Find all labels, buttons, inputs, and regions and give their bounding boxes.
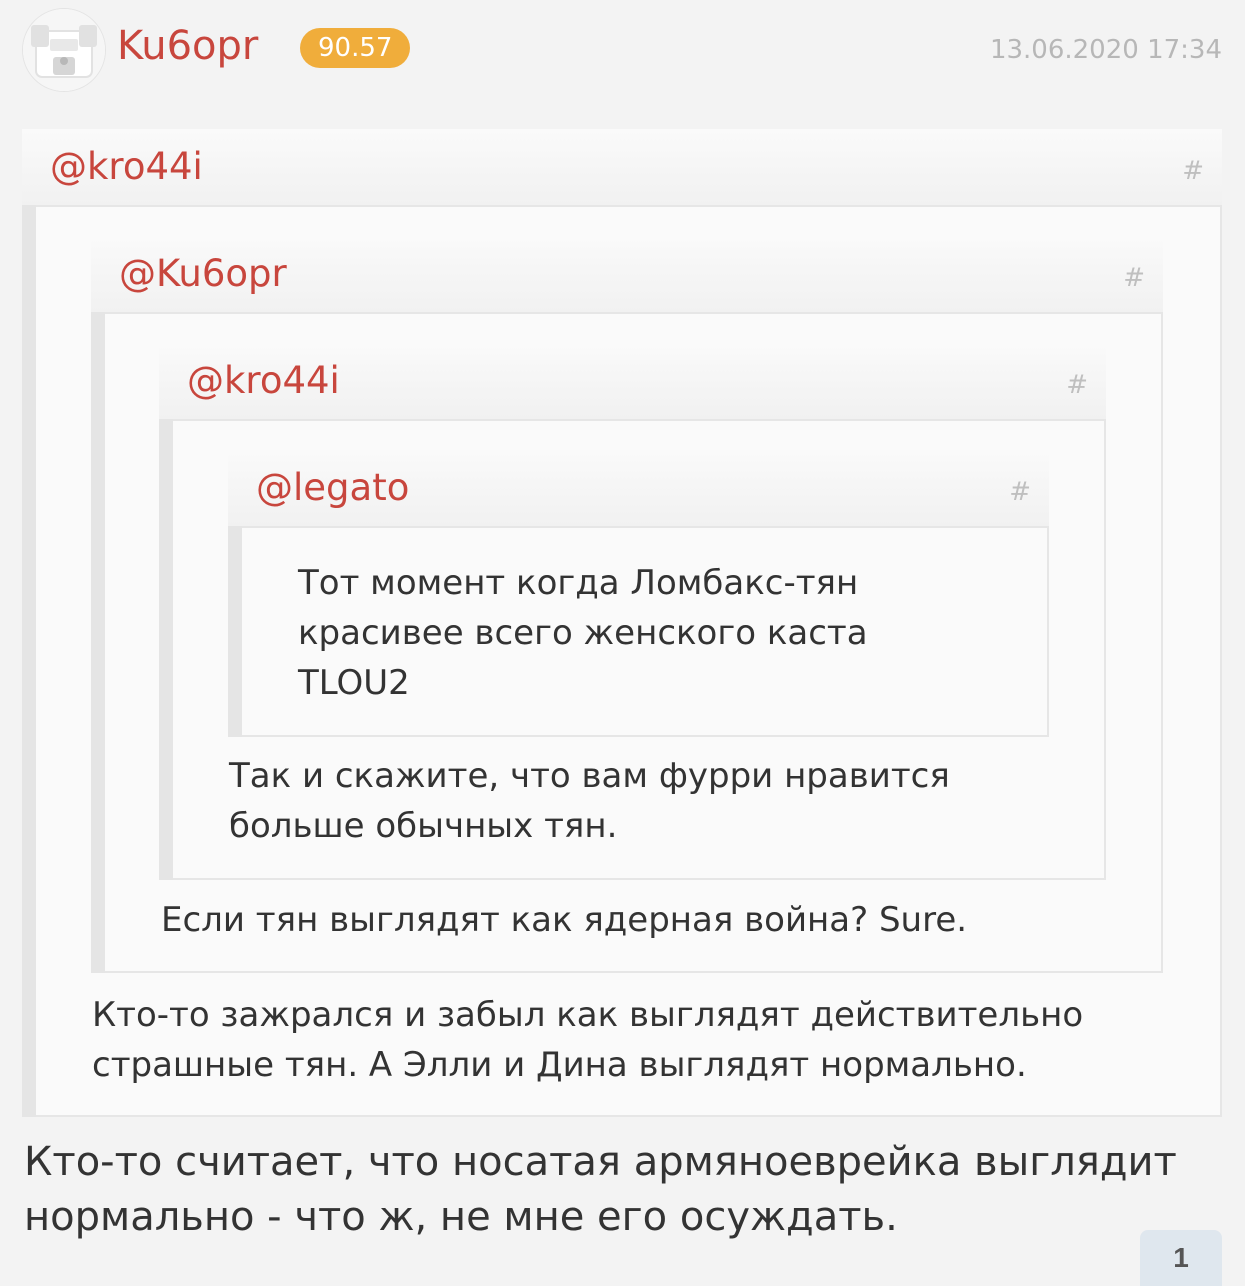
quote-author-link[interactable]: @kro44i (50, 143, 203, 191)
permalink-hash-link[interactable]: # (1182, 153, 1204, 189)
quote-author-link[interactable]: @legato (256, 464, 409, 512)
quote-side-bar (91, 312, 105, 973)
post-header: Ku6opr 90.57 13.06.2020 17:34 (22, 8, 1222, 92)
permalink-hash-link[interactable]: # (1123, 260, 1145, 296)
quote-header: @kro44i # (159, 343, 1106, 419)
like-count-button[interactable]: 1 (1140, 1230, 1222, 1286)
permalink-hash-link[interactable]: # (1009, 474, 1031, 510)
quote-text-line: TLOU2 (298, 663, 410, 703)
username-link[interactable]: Ku6opr (117, 20, 258, 72)
quote-text-line: Так и скажите, что вам фурри нравится (229, 756, 950, 796)
quote-header: @kro44i # (22, 129, 1222, 205)
quote-header: @legato # (228, 450, 1049, 526)
quote-block-level-4: @legato # Тот момент когда Ломбакс-тян к… (228, 450, 1049, 737)
quote-text-line: страшные тян. А Элли и Дина выглядят нор… (92, 1045, 1027, 1085)
avatar[interactable] (22, 8, 106, 92)
post-text-line: Кто-то считает, что носатая армяноеврейк… (24, 1139, 1177, 1185)
quote-text-line: Если тян выглядят как ядерная война? Sur… (161, 900, 968, 940)
robot-avatar-icon (23, 9, 105, 91)
post-text: Кто-то считает, что носатая армяноеврейк… (24, 1135, 1177, 1245)
quote-side-bar (159, 419, 173, 880)
quote-side-bar (228, 526, 242, 737)
quote-side-bar (22, 205, 36, 1117)
quote-text-line: Тот момент когда Ломбакс-тян (298, 563, 859, 603)
quote-text-line: больше обычных тян. (229, 806, 618, 846)
rating-badge: 90.57 (300, 28, 411, 68)
quote-author-link[interactable]: @Ku6opr (119, 250, 287, 298)
permalink-hash-link[interactable]: # (1066, 367, 1088, 403)
post-text-line: нормально - что ж, не мне его осуждать. (24, 1194, 898, 1240)
post-timestamp[interactable]: 13.06.2020 17:34 (990, 32, 1222, 68)
quote-header: @Ku6opr # (91, 236, 1163, 312)
quote-text-line: красивее всего женского каста (298, 613, 868, 653)
quote-text-line: Кто-то зажрался и забыл как выглядят дей… (92, 995, 1084, 1035)
quote-author-link[interactable]: @kro44i (187, 357, 340, 405)
